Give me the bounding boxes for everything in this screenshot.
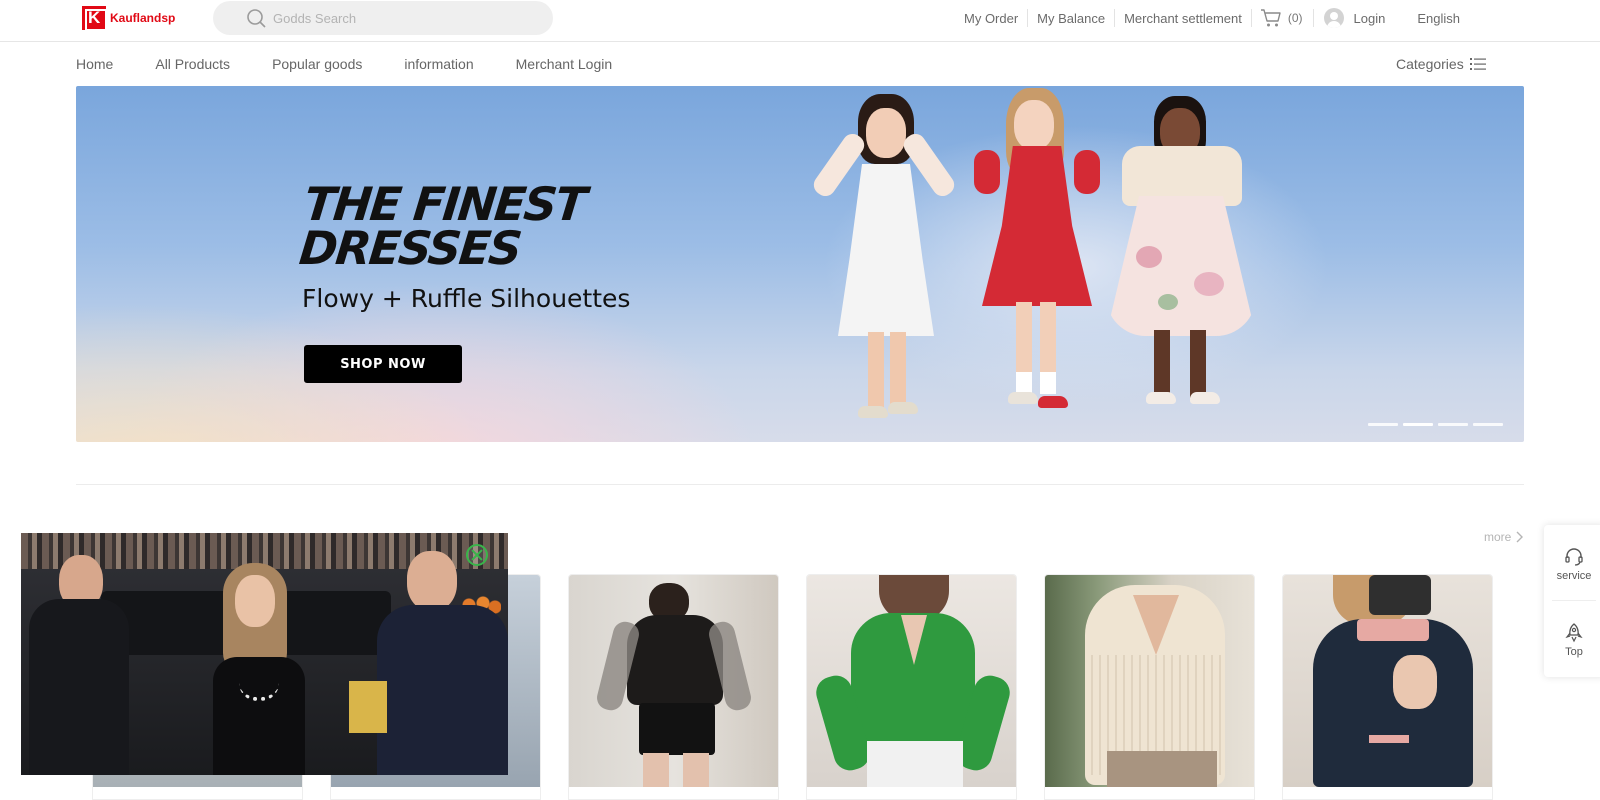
carousel-dot[interactable]: [1438, 423, 1468, 426]
product-image: [569, 575, 778, 793]
banner-headline-line-1: THE FINEST: [301, 177, 588, 231]
side-widget: service Top: [1544, 525, 1600, 677]
main-nav: Home All Products Popular goods informat…: [76, 52, 654, 76]
product-card-footer: [1283, 787, 1492, 799]
search-bar: [213, 1, 553, 35]
logo-mark-icon: [82, 6, 107, 31]
product-image: [1283, 575, 1492, 787]
product-card-footer: [569, 787, 778, 799]
search-input[interactable]: [273, 7, 533, 29]
product-card[interactable]: [568, 574, 779, 800]
shop-now-button[interactable]: SHOP NOW: [304, 345, 462, 383]
cart-count: (0): [1287, 11, 1303, 25]
cart-button[interactable]: (0): [1252, 8, 1313, 28]
search-icon[interactable]: [246, 8, 266, 28]
service-button[interactable]: service: [1544, 529, 1600, 599]
video-folder: [349, 681, 387, 733]
nav-information[interactable]: information: [404, 56, 473, 72]
video-person: [235, 575, 275, 627]
service-label: service: [1556, 569, 1592, 582]
product-card[interactable]: [1282, 574, 1493, 800]
product-card-footer: [331, 787, 540, 799]
top-bar: Kauflandsp My Order My Balance Merchant …: [0, 0, 1600, 42]
close-icon[interactable]: [466, 544, 488, 566]
merchant-settlement-link[interactable]: Merchant settlement: [1115, 11, 1251, 26]
product-card-footer: [1045, 787, 1254, 799]
top-label: Top: [1565, 645, 1583, 658]
video-person: [407, 551, 457, 611]
nav-home[interactable]: Home: [76, 56, 113, 72]
categories-button[interactable]: Categories: [1396, 52, 1486, 76]
video-person: [377, 605, 508, 775]
language-selector[interactable]: English: [1399, 11, 1600, 26]
product-image: [807, 575, 1016, 787]
video-person: [29, 599, 129, 775]
my-order-link[interactable]: My Order: [955, 11, 1027, 26]
carousel-dot-active[interactable]: [1403, 423, 1433, 426]
section-divider: [76, 484, 1524, 485]
carousel-dot[interactable]: [1368, 423, 1398, 426]
brand-name: Kauflandsp: [110, 11, 176, 25]
banner-headline-line-2: DRESSES: [296, 221, 523, 275]
user-icon: [1323, 8, 1344, 28]
top-links: My Order My Balance Merchant settlement …: [955, 0, 1600, 36]
my-balance-link[interactable]: My Balance: [1028, 11, 1114, 26]
floating-video-player[interactable]: [21, 533, 508, 775]
hero-banner[interactable]: THE FINEST DRESSES Flowy + Ruffle Silhou…: [76, 86, 1524, 442]
model-image: [1066, 86, 1286, 442]
nav-popular-goods[interactable]: Popular goods: [272, 56, 362, 72]
categories-label: Categories: [1396, 56, 1464, 72]
cart-icon: [1260, 9, 1281, 27]
product-card-footer: [807, 787, 1016, 799]
brand-logo[interactable]: Kauflandsp: [82, 6, 176, 31]
banner-subtitle: Flowy + Ruffle Silhouettes: [302, 284, 631, 313]
headset-icon: [1565, 547, 1583, 566]
carousel-indicators: [1368, 423, 1508, 426]
product-card-footer: [93, 787, 302, 799]
divider: [1552, 600, 1596, 601]
product-card[interactable]: [1044, 574, 1255, 800]
login-button[interactable]: Login: [1314, 8, 1400, 28]
nav-merchant-login[interactable]: Merchant Login: [516, 56, 613, 72]
video-person: [213, 657, 305, 775]
chevron-right-icon: [1516, 531, 1524, 543]
list-icon: [1469, 58, 1486, 70]
login-label: Login: [1353, 10, 1386, 26]
back-to-top-button[interactable]: Top: [1544, 605, 1600, 675]
more-label: more: [1484, 530, 1512, 544]
more-link[interactable]: more: [1484, 530, 1524, 544]
product-image: [1045, 575, 1254, 787]
carousel-dot[interactable]: [1473, 423, 1503, 426]
product-card[interactable]: [806, 574, 1017, 800]
rocket-icon: [1565, 622, 1583, 642]
banner-headline: THE FINEST DRESSES: [296, 177, 588, 275]
nav-all-products[interactable]: All Products: [155, 56, 230, 72]
